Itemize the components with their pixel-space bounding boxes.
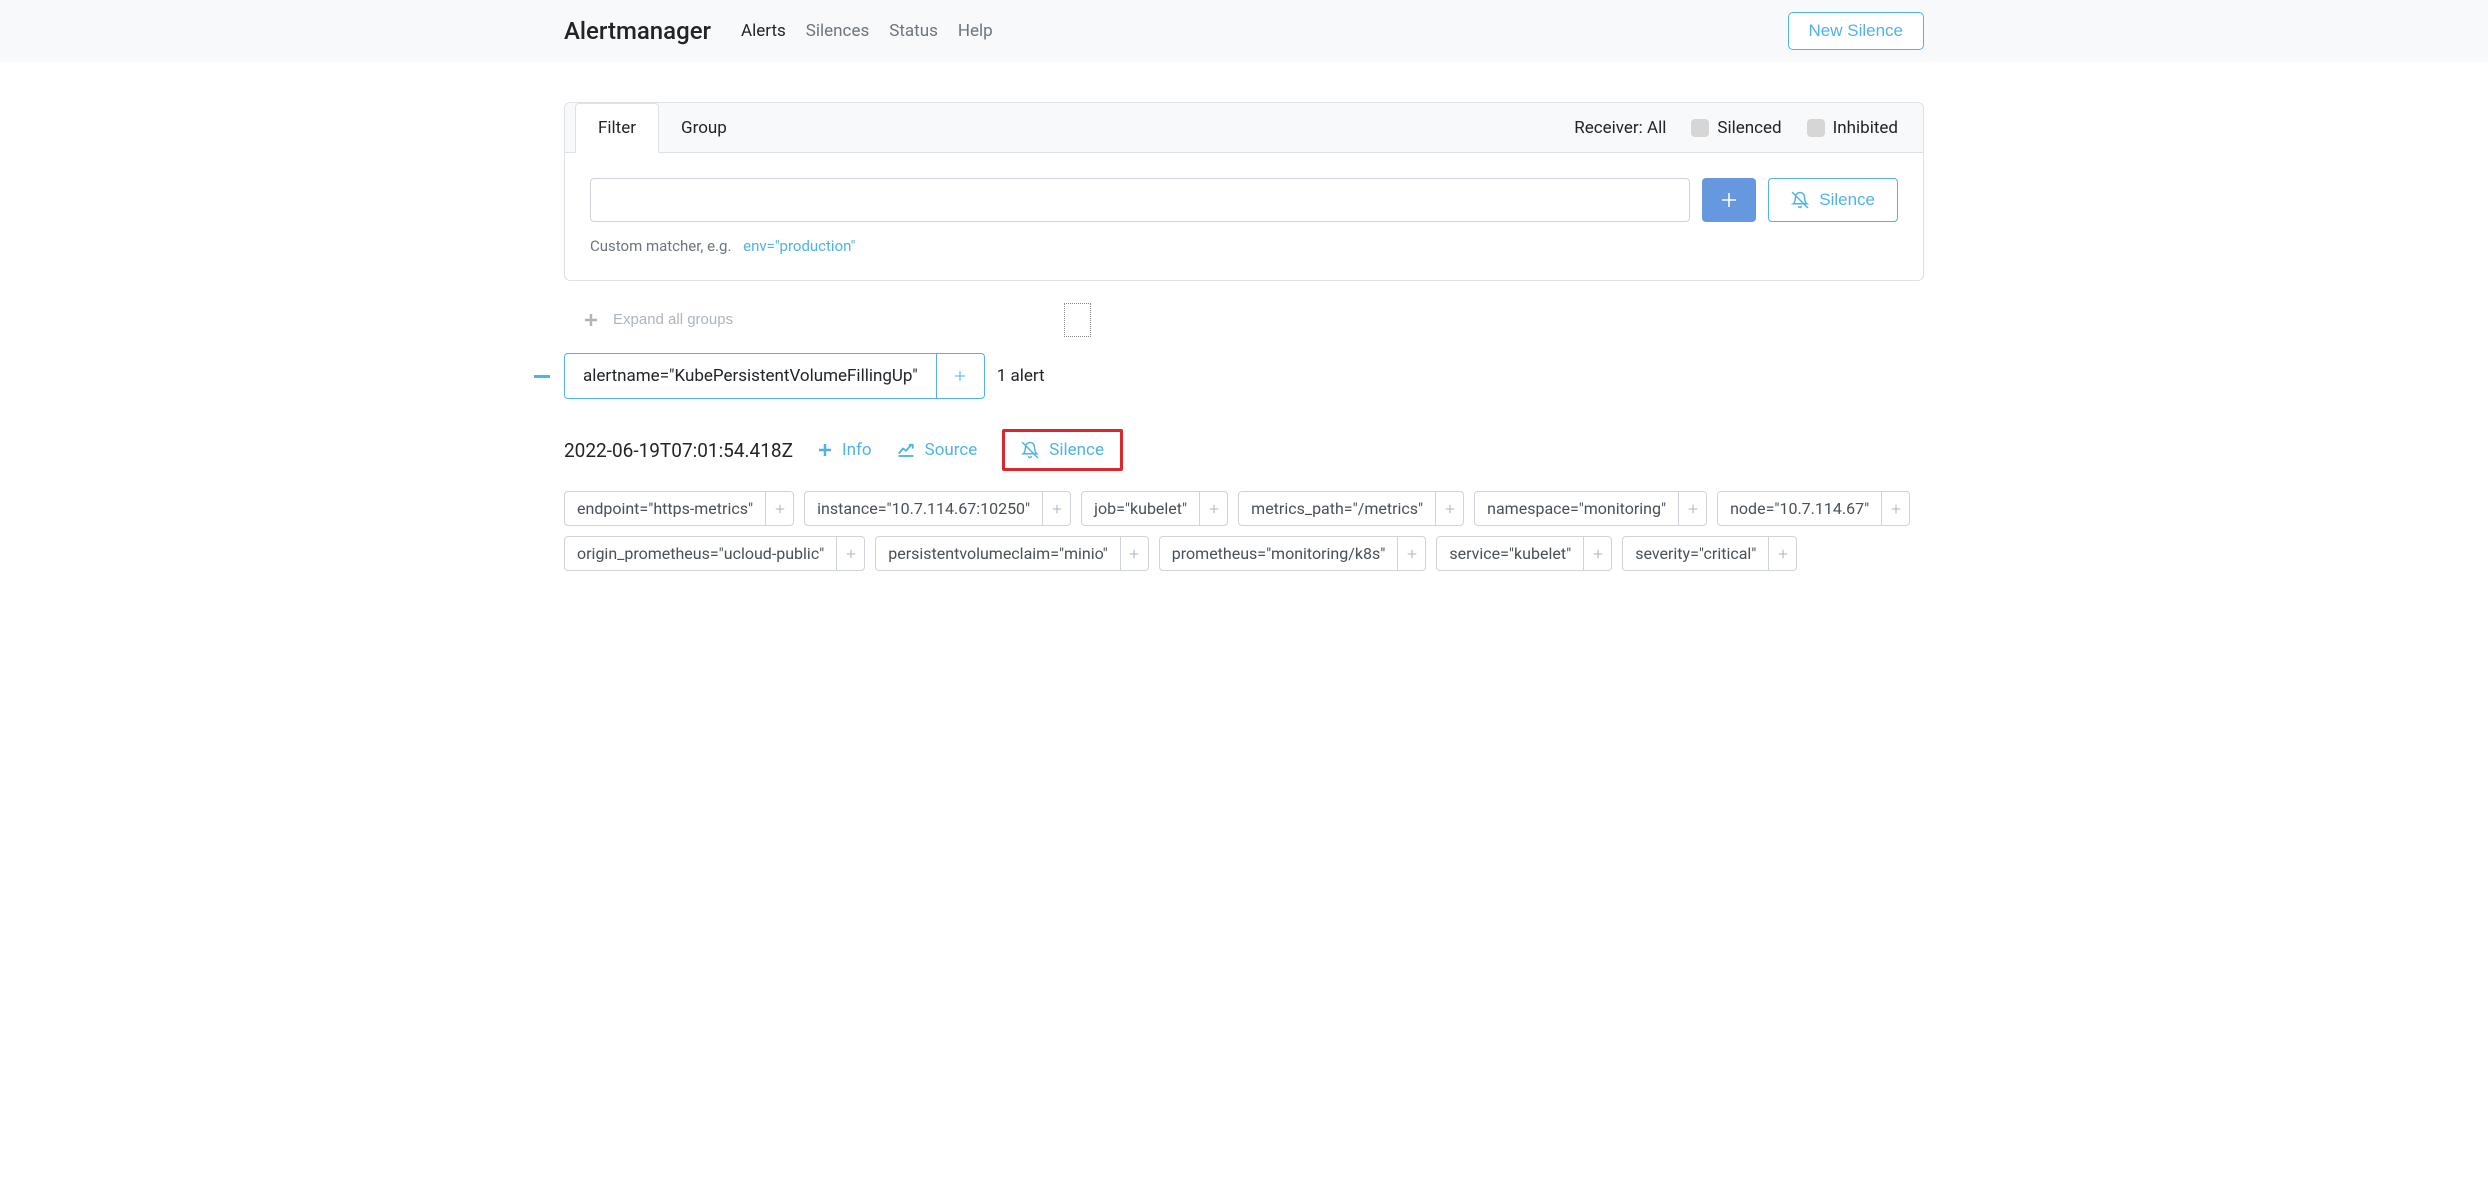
label-chip-text: namespace="monitoring" bbox=[1475, 492, 1678, 525]
bell-slash-icon bbox=[1021, 441, 1039, 459]
label-chip: prometheus="monitoring/k8s" bbox=[1159, 536, 1427, 571]
nav-alerts[interactable]: Alerts bbox=[741, 21, 786, 41]
group-tag-label: alertname="KubePersistentVolumeFillingUp… bbox=[565, 354, 936, 398]
alert-count: 1 alert bbox=[997, 353, 1045, 399]
alert-silence-label: Silence bbox=[1049, 440, 1104, 460]
inhibited-checkbox[interactable] bbox=[1807, 119, 1825, 137]
label-chip: severity="critical" bbox=[1622, 536, 1797, 571]
plus-icon bbox=[818, 443, 832, 457]
label-chip-text: service="kubelet" bbox=[1437, 537, 1583, 570]
alert-info-button[interactable]: Info bbox=[818, 440, 872, 460]
group-tag-add-button[interactable] bbox=[936, 354, 984, 398]
label-chip: job="kubelet" bbox=[1081, 491, 1228, 526]
matcher-hint: Custom matcher, e.g. env="production" bbox=[590, 237, 1898, 255]
label-chip-text: job="kubelet" bbox=[1082, 492, 1199, 525]
label-chip-add-button[interactable] bbox=[1199, 492, 1227, 525]
label-chip-add-button[interactable] bbox=[1120, 537, 1148, 570]
silence-button[interactable]: Silence bbox=[1768, 178, 1898, 222]
label-chip-text: prometheus="monitoring/k8s" bbox=[1160, 537, 1398, 570]
label-chip-add-button[interactable] bbox=[1397, 537, 1425, 570]
label-chip-text: persistentvolumeclaim="minio" bbox=[876, 537, 1120, 570]
label-chip-text: metrics_path="/metrics" bbox=[1239, 492, 1435, 525]
label-chip: metrics_path="/metrics" bbox=[1238, 491, 1464, 526]
expand-all-row: Expand all groups bbox=[564, 311, 1924, 328]
alert-group-row: alertname="KubePersistentVolumeFillingUp… bbox=[519, 353, 1924, 399]
main-content: Filter Group Receiver: All Silenced Inhi… bbox=[544, 62, 1944, 631]
collapse-group-button[interactable] bbox=[519, 353, 564, 399]
label-chip-add-button[interactable] bbox=[1768, 537, 1796, 570]
label-chip-add-button[interactable] bbox=[1435, 492, 1463, 525]
expand-all-label: Expand all groups bbox=[613, 311, 733, 328]
label-chip: service="kubelet" bbox=[1436, 536, 1612, 571]
label-chip-text: endpoint="https-metrics" bbox=[565, 492, 765, 525]
receiver-label: Receiver: All bbox=[1574, 118, 1666, 138]
label-chip-add-button[interactable] bbox=[1678, 492, 1706, 525]
plus-icon bbox=[1722, 193, 1736, 207]
bell-slash-icon bbox=[1791, 191, 1809, 209]
add-matcher-button[interactable] bbox=[1702, 178, 1756, 222]
silence-button-label: Silence bbox=[1819, 190, 1875, 210]
card-header: Filter Group Receiver: All Silenced Inhi… bbox=[565, 103, 1923, 153]
alert-info-label: Info bbox=[842, 440, 872, 460]
group-tag: alertname="KubePersistentVolumeFillingUp… bbox=[564, 353, 985, 399]
filter-card: Filter Group Receiver: All Silenced Inhi… bbox=[564, 102, 1924, 281]
navbar: Alertmanager Alerts Silences Status Help… bbox=[0, 0, 2488, 62]
tab-filter[interactable]: Filter bbox=[575, 103, 659, 153]
label-chip-add-button[interactable] bbox=[1042, 492, 1070, 525]
plus-icon bbox=[584, 313, 598, 327]
label-chip: instance="10.7.114.67:10250" bbox=[804, 491, 1071, 526]
brand: Alertmanager bbox=[564, 17, 711, 45]
label-chip: persistentvolumeclaim="minio" bbox=[875, 536, 1149, 571]
label-chip-add-button[interactable] bbox=[836, 537, 864, 570]
label-chip-text: severity="critical" bbox=[1623, 537, 1768, 570]
label-chip: endpoint="https-metrics" bbox=[564, 491, 794, 526]
alert-row: 2022-06-19T07:01:54.418Z Info Source Sil… bbox=[564, 429, 1924, 571]
label-chip-add-button[interactable] bbox=[765, 492, 793, 525]
expand-all-button[interactable]: Expand all groups bbox=[584, 311, 733, 328]
alert-source-button[interactable]: Source bbox=[897, 440, 978, 460]
nav-status[interactable]: Status bbox=[889, 21, 938, 41]
nav-silences[interactable]: Silences bbox=[806, 21, 869, 41]
label-chip-text: node="10.7.114.67" bbox=[1718, 492, 1881, 525]
filter-input[interactable] bbox=[590, 178, 1690, 222]
label-chip-add-button[interactable] bbox=[1583, 537, 1611, 570]
new-silence-button[interactable]: New Silence bbox=[1788, 12, 1925, 50]
label-chip-text: instance="10.7.114.67:10250" bbox=[805, 492, 1042, 525]
alert-silence-button[interactable]: Silence bbox=[1002, 429, 1123, 471]
labels-row: endpoint="https-metrics" instance="10.7.1… bbox=[564, 491, 1924, 571]
silenced-label: Silenced bbox=[1717, 118, 1781, 138]
dotted-indicator bbox=[1064, 303, 1091, 337]
alert-timestamp: 2022-06-19T07:01:54.418Z bbox=[564, 439, 793, 462]
label-chip: namespace="monitoring" bbox=[1474, 491, 1707, 526]
label-chip-add-button[interactable] bbox=[1881, 492, 1909, 525]
tab-group[interactable]: Group bbox=[659, 104, 749, 152]
label-chip: node="10.7.114.67" bbox=[1717, 491, 1910, 526]
minus-icon bbox=[534, 375, 550, 378]
chart-icon bbox=[897, 442, 915, 458]
silenced-checkbox[interactable] bbox=[1691, 119, 1709, 137]
label-chip: origin_prometheus="ucloud-public" bbox=[564, 536, 865, 571]
label-chip-text: origin_prometheus="ucloud-public" bbox=[565, 537, 836, 570]
alert-source-label: Source bbox=[925, 440, 978, 460]
inhibited-label: Inhibited bbox=[1833, 118, 1898, 138]
nav-help[interactable]: Help bbox=[958, 21, 993, 41]
